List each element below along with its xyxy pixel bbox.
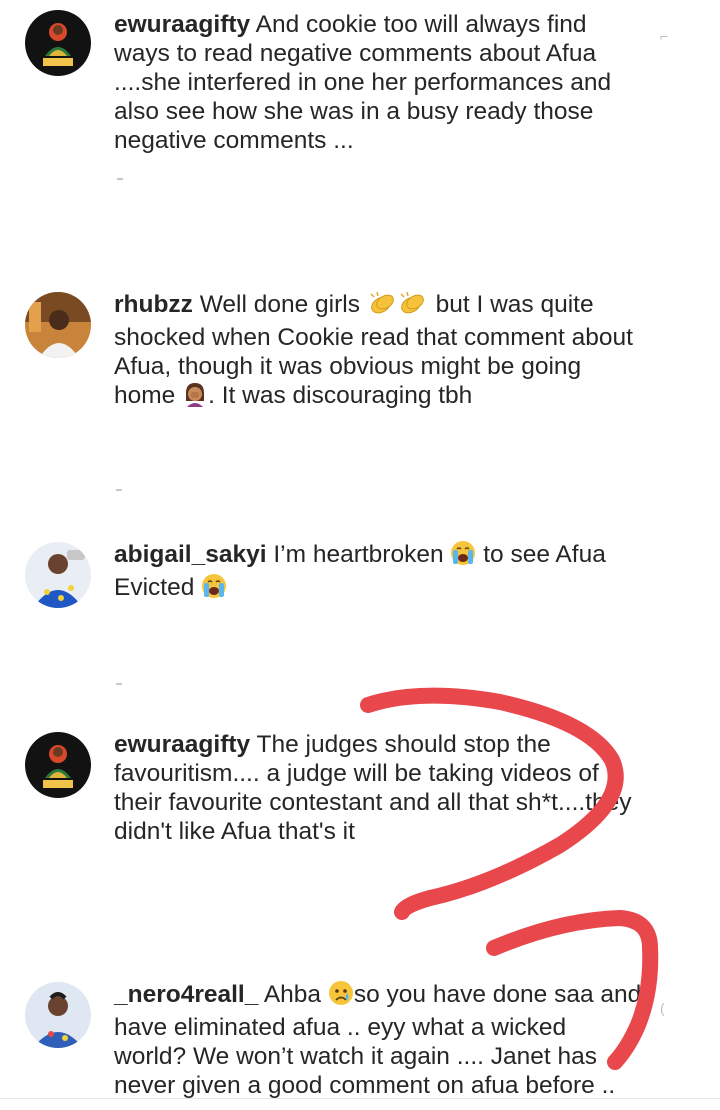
- comment-item: _nero4reall_ Ahba so you have done saa a…: [0, 960, 720, 1110]
- clapping-hands-icon: [367, 290, 429, 323]
- comment-text: _nero4reall_ Ahba so you have done saa a…: [114, 980, 644, 1100]
- comment-username[interactable]: ewuraagifty: [114, 731, 250, 758]
- comment-text: abigail_sakyi I’m heartbroken to see Afu…: [114, 540, 644, 606]
- reply-marker: [116, 489, 122, 491]
- reply-marker: [116, 683, 122, 685]
- comment-username[interactable]: rhubzz: [114, 291, 193, 318]
- divider: [0, 1098, 720, 1099]
- reply-marker: [117, 178, 123, 180]
- comment-text: rhubzz Well done girls but I was quite s…: [114, 290, 644, 414]
- comment-username[interactable]: abigail_sakyi: [114, 541, 267, 568]
- like-heart-icon[interactable]: ⌐: [660, 28, 668, 44]
- comment-body: I’m heartbroken: [273, 541, 444, 568]
- comment-item: rhubzz Well done girls but I was quite s…: [0, 270, 720, 500]
- avatar[interactable]: [25, 542, 91, 608]
- crying-face-icon: [328, 980, 354, 1013]
- loudly-crying-face-icon: [450, 540, 476, 573]
- comment-body: Ahba: [263, 981, 322, 1008]
- avatar[interactable]: [25, 10, 91, 76]
- woman-facepalming-icon: [182, 381, 208, 414]
- comment-item: ewuraagifty And cookie too will always f…: [0, 0, 720, 200]
- comment-item: ewuraagifty The judges should stop the f…: [0, 710, 720, 910]
- avatar[interactable]: [25, 982, 91, 1048]
- comment-text: ewuraagifty The judges should stop the f…: [114, 730, 644, 846]
- comment-username[interactable]: _nero4reall_: [114, 981, 258, 1008]
- avatar[interactable]: [25, 292, 91, 358]
- like-heart-icon[interactable]: (: [660, 1000, 665, 1016]
- comment-text: ewuraagifty And cookie too will always f…: [114, 10, 644, 155]
- comment-item: abigail_sakyi I’m heartbroken to see Afu…: [0, 520, 720, 690]
- comment-body: . It was discouraging tbh: [208, 382, 473, 409]
- loudly-crying-face-icon: [201, 573, 227, 606]
- avatar[interactable]: [25, 732, 91, 798]
- comment-username[interactable]: ewuraagifty: [114, 11, 250, 38]
- comment-body: Well done girls: [199, 291, 360, 318]
